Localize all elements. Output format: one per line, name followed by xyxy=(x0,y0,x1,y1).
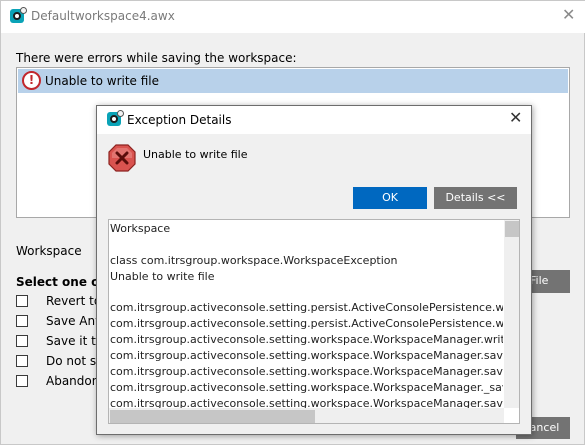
stack-trace-line xyxy=(110,285,503,301)
close-icon[interactable]: ✕ xyxy=(509,110,522,126)
stack-trace-line: com.itrsgroup.activeconsole.setting.work… xyxy=(110,380,503,394)
error-icon: ! xyxy=(22,71,41,90)
checkbox[interactable] xyxy=(16,315,28,327)
stack-trace: Workspace class com.itrsgroup.workspace.W… xyxy=(110,221,503,412)
select-option-label: Select one of xyxy=(16,275,105,289)
exception-details-dialog: Exception Details ✕ Unable to write file… xyxy=(96,105,532,435)
option-label: Abandon xyxy=(46,374,100,388)
list-item[interactable]: ! Unable to write file xyxy=(18,69,568,93)
checkbox[interactable] xyxy=(16,335,28,347)
workspace-label: Workspace xyxy=(16,244,82,258)
stack-trace-line: com.itrsgroup.activeconsole.setting.work… xyxy=(110,333,503,347)
option-revert[interactable]: Revert to xyxy=(16,294,106,310)
option-save-any[interactable]: Save Any xyxy=(16,314,106,330)
stack-trace-line: com.itrsgroup.activeconsole.setting.pers… xyxy=(110,301,503,315)
dialog-title: Exception Details xyxy=(127,113,232,127)
horizontal-scrollbar[interactable] xyxy=(109,408,504,423)
exception-message: Unable to write file xyxy=(143,148,248,161)
scrollbar-thumb[interactable] xyxy=(505,221,519,237)
option-label: Do not sa xyxy=(46,354,104,368)
details-toggle-button[interactable]: Details << xyxy=(434,187,517,209)
error-item-text: Unable to write file xyxy=(45,74,160,88)
window-title: Defaultworkspace4.awx xyxy=(31,9,175,23)
dialog-title-bar: Exception Details ✕ xyxy=(97,106,531,134)
stack-trace-line xyxy=(110,237,503,253)
exception-details-text[interactable]: Workspace class com.itrsgroup.workspace.W… xyxy=(108,219,520,424)
option-abandon[interactable]: Abandon xyxy=(16,374,106,390)
stack-trace-line: com.itrsgroup.activeconsole.setting.pers… xyxy=(110,317,503,331)
checkbox[interactable] xyxy=(16,295,28,307)
checkbox[interactable] xyxy=(16,375,28,387)
error-x-icon xyxy=(108,144,136,172)
scrollbar-thumb[interactable] xyxy=(110,410,315,423)
option-label: Revert to xyxy=(46,294,102,308)
stack-trace-line: Unable to write file xyxy=(110,269,215,283)
option-do-not-save[interactable]: Do not sa xyxy=(16,354,106,370)
stack-trace-line: class com.itrsgroup.workspace.WorkspaceE… xyxy=(110,253,398,267)
ok-button[interactable]: OK xyxy=(353,187,427,209)
title-bar: Defaultworkspace4.awx ✕ xyxy=(1,1,585,33)
app-logo-icon xyxy=(10,7,27,25)
option-label: Save Any xyxy=(46,314,103,328)
option-save-it-to[interactable]: Save it to xyxy=(16,334,106,350)
errors-label: There were errors while saving the works… xyxy=(16,51,297,65)
stack-trace-line: com.itrsgroup.activeconsole.setting.work… xyxy=(110,349,503,363)
stack-trace-line: Workspace xyxy=(110,222,171,235)
vertical-scrollbar[interactable] xyxy=(504,220,519,408)
option-label: Save it to xyxy=(46,334,104,348)
checkbox[interactable] xyxy=(16,355,28,367)
stack-trace-line: com.itrsgroup.activeconsole.setting.work… xyxy=(110,365,503,379)
app-logo-icon xyxy=(107,110,124,128)
close-icon[interactable]: ✕ xyxy=(562,7,575,23)
